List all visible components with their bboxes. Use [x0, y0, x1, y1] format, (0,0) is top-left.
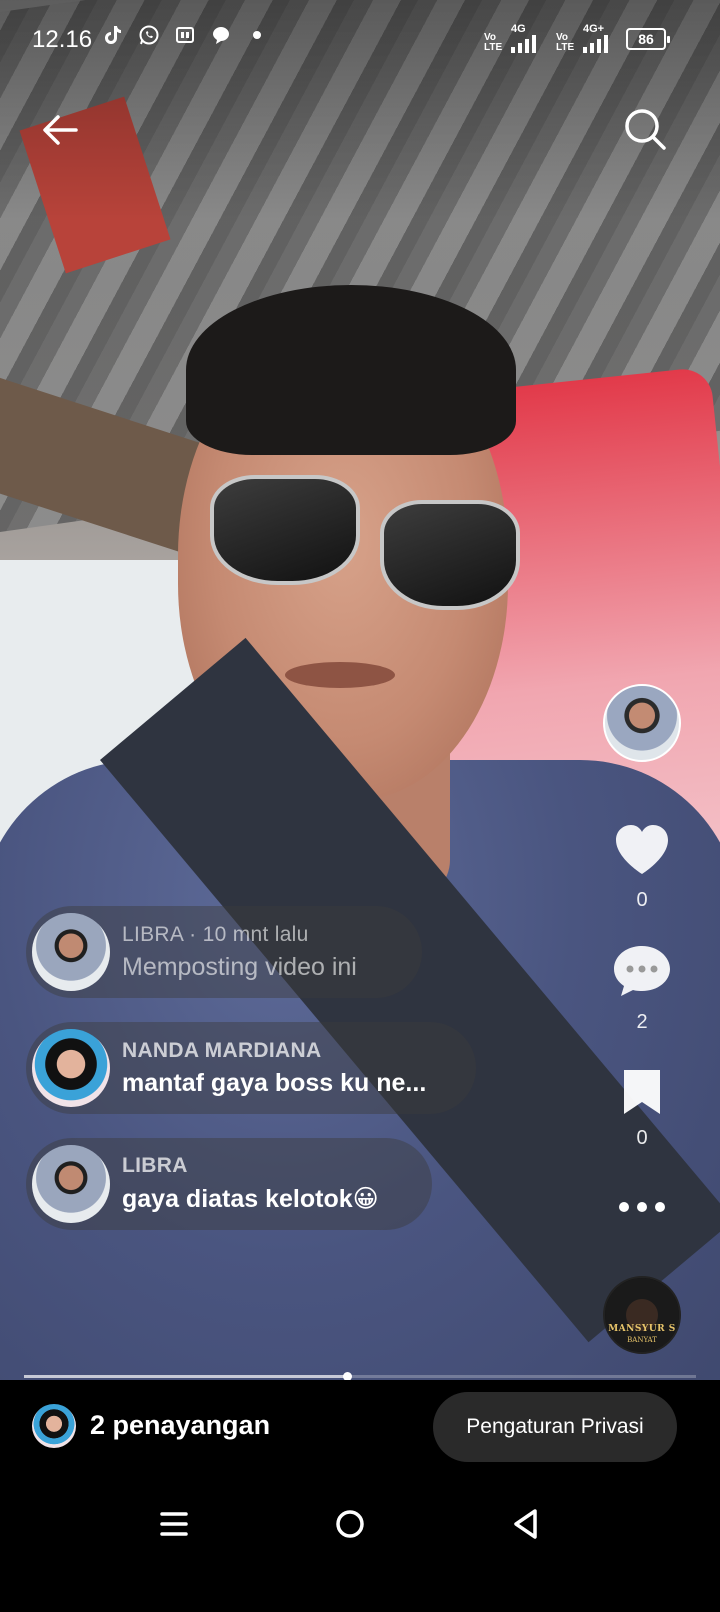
creator-avatar[interactable]: [603, 684, 681, 762]
whatsapp-icon: [138, 24, 160, 46]
search-icon: [625, 109, 666, 150]
sound-disc-brand: MANSYUR S: [608, 1324, 676, 1334]
comment-text: Memposting video ini: [122, 952, 357, 981]
view-count[interactable]: 2 penayangan: [90, 1410, 270, 1441]
bottom-bar: 2 penayangan Pengaturan Privasi: [0, 1380, 720, 1612]
battery-indicator: 86: [626, 28, 670, 50]
recent-apps-button[interactable]: [152, 1502, 196, 1546]
privacy-settings-button[interactable]: Pengaturan Privasi: [433, 1392, 677, 1462]
chat-icon: [210, 24, 232, 46]
sound-disc[interactable]: MANSYUR S BANYAT: [603, 1276, 681, 1354]
signal-sim1: Vo LTE 4G: [484, 24, 536, 53]
avatar: [32, 1145, 110, 1223]
system-back-button[interactable]: [504, 1502, 548, 1546]
menu-icon: [160, 1512, 188, 1536]
heart-icon: [616, 825, 668, 874]
save-count: 0: [636, 1127, 648, 1149]
comment-author: LIBRA: [122, 1154, 188, 1177]
progress-fill: [24, 1375, 347, 1378]
comment-text: mantaf gaya boss ku ne...: [122, 1068, 427, 1097]
viewer-avatar[interactable]: [32, 1404, 76, 1448]
comment-bubble-nanda[interactable]: NANDA MARDIANA mantaf gaya boss ku ne...: [26, 1022, 476, 1114]
comment-button[interactable]: 2: [600, 942, 684, 1034]
comment-author: NANDA MARDIANA: [122, 1038, 322, 1062]
bookmark-icon: [624, 1070, 660, 1114]
signal-sim2: Vo LTE 4G+: [556, 24, 608, 53]
more-dot-icon: [619, 1202, 629, 1212]
more-dot-icon: [655, 1202, 665, 1212]
save-button[interactable]: 0: [600, 1066, 684, 1150]
video-hair: [186, 285, 516, 455]
status-bar: 12.16 Vo LTE 4G Vo LTE 4G+ 86: [0, 0, 720, 80]
comment-bubble-icon: [614, 946, 670, 996]
arrow-left-icon: [43, 115, 78, 145]
back-button[interactable]: [38, 108, 82, 152]
more-options-button[interactable]: [612, 1192, 672, 1222]
avatar: [32, 1029, 110, 1107]
network-label-2: 4G+: [583, 23, 605, 35]
volte-label-2: Vo LTE: [556, 32, 575, 53]
network-label-1: 4G: [511, 23, 526, 35]
sound-disc-sub: BANYAT: [627, 1336, 657, 1344]
video-sunglass-right: [380, 500, 520, 610]
video-sunglass-left: [210, 475, 360, 585]
like-count: 0: [636, 889, 648, 911]
video-progress-bar[interactable]: [24, 1372, 696, 1381]
app-icon: [174, 24, 196, 46]
volte-label-1: Vo LTE: [484, 32, 503, 53]
comment-text: gaya diatas kelotok😀: [122, 1185, 379, 1213]
system-nav-bar: [0, 1488, 720, 1560]
avatar: [32, 913, 110, 991]
triangle-back-icon: [514, 1509, 537, 1539]
more-dot-icon: [637, 1202, 647, 1212]
comment-author: LIBRA · 10 mnt lalu: [122, 922, 309, 946]
like-button[interactable]: 0: [600, 822, 684, 912]
dot-icon: [246, 24, 268, 46]
status-time: 12.16: [32, 26, 93, 53]
comment-count: 2: [636, 1011, 648, 1033]
tiktok-icon: [102, 24, 124, 46]
video-mouth: [285, 662, 395, 688]
comment-bubble-libra[interactable]: LIBRA gaya diatas kelotok😀: [26, 1138, 432, 1230]
home-button[interactable]: [328, 1502, 372, 1546]
circle-home-icon: [336, 1510, 364, 1538]
notification-icons: [102, 24, 268, 46]
search-button[interactable]: [622, 106, 668, 152]
comment-bubble-posting[interactable]: LIBRA · 10 mnt lalu Memposting video ini: [26, 906, 422, 998]
